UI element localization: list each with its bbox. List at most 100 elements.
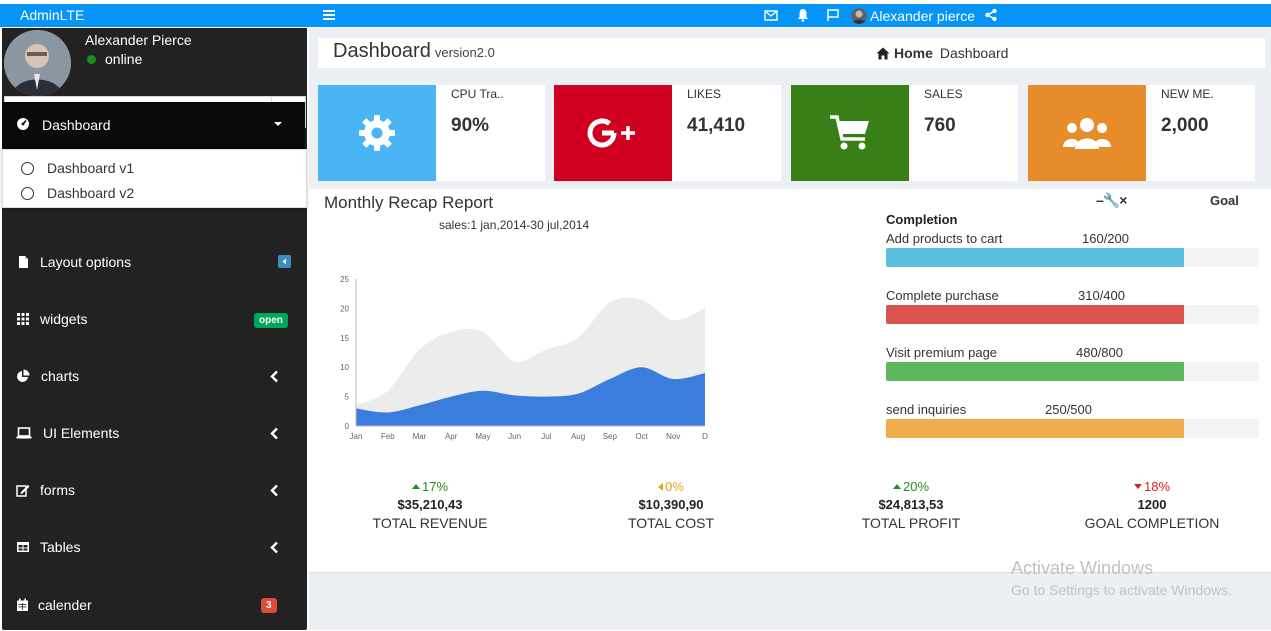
x-tick-label: Jun	[508, 432, 521, 441]
y-tick-label: 15	[340, 334, 349, 343]
dashboard-submenu: Dashboard v1 Dashboard v2	[2, 149, 307, 208]
progress-count: 480/800	[1076, 345, 1123, 360]
progress-count: 310/400	[1078, 288, 1125, 303]
bell-icon[interactable]	[796, 8, 810, 22]
sidebar-item-tables[interactable]: Tables	[2, 536, 305, 560]
dashboard-icon	[17, 118, 29, 130]
info-box-label: LIKES	[687, 87, 722, 101]
stat-percentage: 17%	[330, 479, 530, 494]
stat-total-profit: 20% $24,813,53 TOTAL PROFIT	[811, 479, 1011, 531]
stat-label: TOTAL REVENUE	[372, 515, 488, 531]
info-box-icon	[554, 85, 672, 181]
progress-label: Visit premium page	[886, 345, 998, 360]
x-tick-label: Mar	[413, 432, 427, 441]
breadcrumb-current: Dashboard	[939, 45, 1009, 61]
box-tools[interactable]: –🔧×	[1096, 192, 1127, 209]
stat-goal-completion: 18% 1200 GOAL COMPLETION	[1052, 479, 1252, 531]
submenu-item-label: Dashboard v1	[47, 160, 135, 176]
progress-bar-fill	[886, 362, 1185, 381]
navbar-user-name: Alexander pierce	[870, 7, 976, 24]
report-subtitle: sales:1 jan,2014-30 jul,2014	[439, 218, 590, 232]
info-box-new-members: NEW ME. 2,000	[1028, 85, 1255, 181]
x-tick-label: Jul	[541, 432, 551, 441]
progress-bar-visit-premium	[886, 362, 1259, 381]
sidebar-item-dashboard[interactable]: Dashboard	[2, 102, 305, 149]
sidebar-item-label: charts	[41, 368, 80, 384]
stat-percentage-value: 20%	[902, 479, 930, 494]
x-tick-label: D	[702, 432, 708, 441]
info-box-icon	[1028, 85, 1146, 181]
collapse-toggle-icon	[278, 255, 291, 268]
chevron-left-icon	[270, 541, 278, 554]
info-box-label: CPU Tra..	[451, 87, 504, 101]
notification-badge: 3	[261, 598, 277, 613]
progress-bar-add-to-cart	[886, 248, 1259, 267]
sidebar-item-widgets[interactable]: widgets open	[2, 308, 305, 332]
page-title: Dashboard version2.0	[333, 40, 495, 63]
top-navbar: AdminLTE Alexander pierce	[0, 4, 1271, 27]
info-box-value: 90%	[451, 115, 490, 136]
caret-down-icon	[1133, 484, 1142, 489]
breadcrumb-home-link[interactable]: Home	[894, 45, 933, 61]
menu-toggle-icon[interactable]	[322, 8, 336, 22]
sidebar-item-calender[interactable]: calender 3	[2, 594, 305, 618]
share-icon[interactable]	[984, 8, 998, 22]
page-title-text: Dashboard	[333, 40, 431, 62]
sidebar-item-label: Tables	[40, 539, 81, 555]
grid-icon	[17, 313, 29, 325]
sidebar-user-name: Alexander Pierce	[85, 32, 192, 48]
progress-label: Add products to cart	[886, 231, 1003, 246]
stat-label: TOTAL PROFIT	[861, 515, 961, 531]
sidebar-item-layout-options[interactable]: Layout options	[2, 251, 305, 275]
info-box-icon	[791, 85, 909, 181]
y-tick-label: 0	[345, 422, 350, 431]
submenu-item-dashboard-v1[interactable]: Dashboard v1	[21, 159, 134, 177]
submenu-item-dashboard-v2[interactable]: Dashboard v2	[21, 184, 134, 202]
x-tick-label: Feb	[381, 432, 395, 441]
gear-icon	[359, 115, 395, 151]
status-label: online	[105, 51, 143, 67]
info-box-value: 2,000	[1161, 115, 1209, 136]
stat-amount: $10,390,90	[638, 497, 704, 512]
stat-total-cost: 0% $10,390,90 TOTAL COST	[571, 479, 771, 531]
chevron-left-icon	[270, 427, 278, 440]
sidebar-item-forms[interactable]: forms	[2, 479, 305, 503]
stat-total-revenue: 17% $35,210,43 TOTAL REVENUE	[330, 479, 530, 531]
x-tick-label: Sep	[603, 432, 618, 441]
users-icon	[1063, 118, 1111, 149]
info-box-icon	[318, 85, 436, 181]
info-box-likes: LIKES 41,410	[554, 85, 781, 181]
y-tick-label: 20	[340, 304, 349, 313]
x-tick-label: Aug	[571, 432, 585, 441]
flag-icon[interactable]	[826, 8, 840, 22]
circle-icon	[21, 161, 34, 175]
cart-icon	[830, 115, 869, 150]
stat-amount: $24,813,53	[878, 497, 944, 512]
status-badge: open	[254, 313, 288, 328]
sidebar-item-label: UI Elements	[43, 425, 120, 441]
navbar-user-menu[interactable]: Alexander pierce	[851, 6, 975, 25]
progress-count: 250/500	[1045, 402, 1092, 417]
goal-label: Goal	[1210, 193, 1239, 208]
content-header: Dashboard version2.0 Home Dashboard	[318, 38, 1265, 68]
x-tick-label: Apr	[445, 432, 458, 441]
caret-down-icon	[274, 122, 282, 126]
y-tick-label: 25	[340, 275, 349, 284]
home-icon	[876, 47, 890, 59]
progress-bar-fill	[886, 248, 1185, 267]
pie-chart-icon	[17, 369, 30, 382]
sidebar-user-status: online	[87, 51, 142, 67]
sidebar-item-charts[interactable]: charts	[2, 365, 305, 389]
table-icon	[17, 542, 29, 552]
stat-percentage-value: 17%	[421, 479, 449, 494]
progress-bar-complete-purchase	[886, 305, 1259, 324]
sidebar-item-ui-elements[interactable]: UI Elements	[2, 422, 305, 446]
envelope-icon[interactable]	[764, 8, 778, 22]
y-tick-label: 10	[340, 363, 349, 372]
stat-amount: $35,210,43	[397, 497, 463, 512]
brand-logo[interactable]: AdminLTE	[20, 7, 84, 23]
chevron-left-icon	[270, 370, 278, 383]
sidebar-item-label: forms	[40, 482, 75, 498]
activation-watermark-title: Activate Windows	[1011, 558, 1154, 578]
stat-percentage: 0%	[571, 479, 771, 494]
